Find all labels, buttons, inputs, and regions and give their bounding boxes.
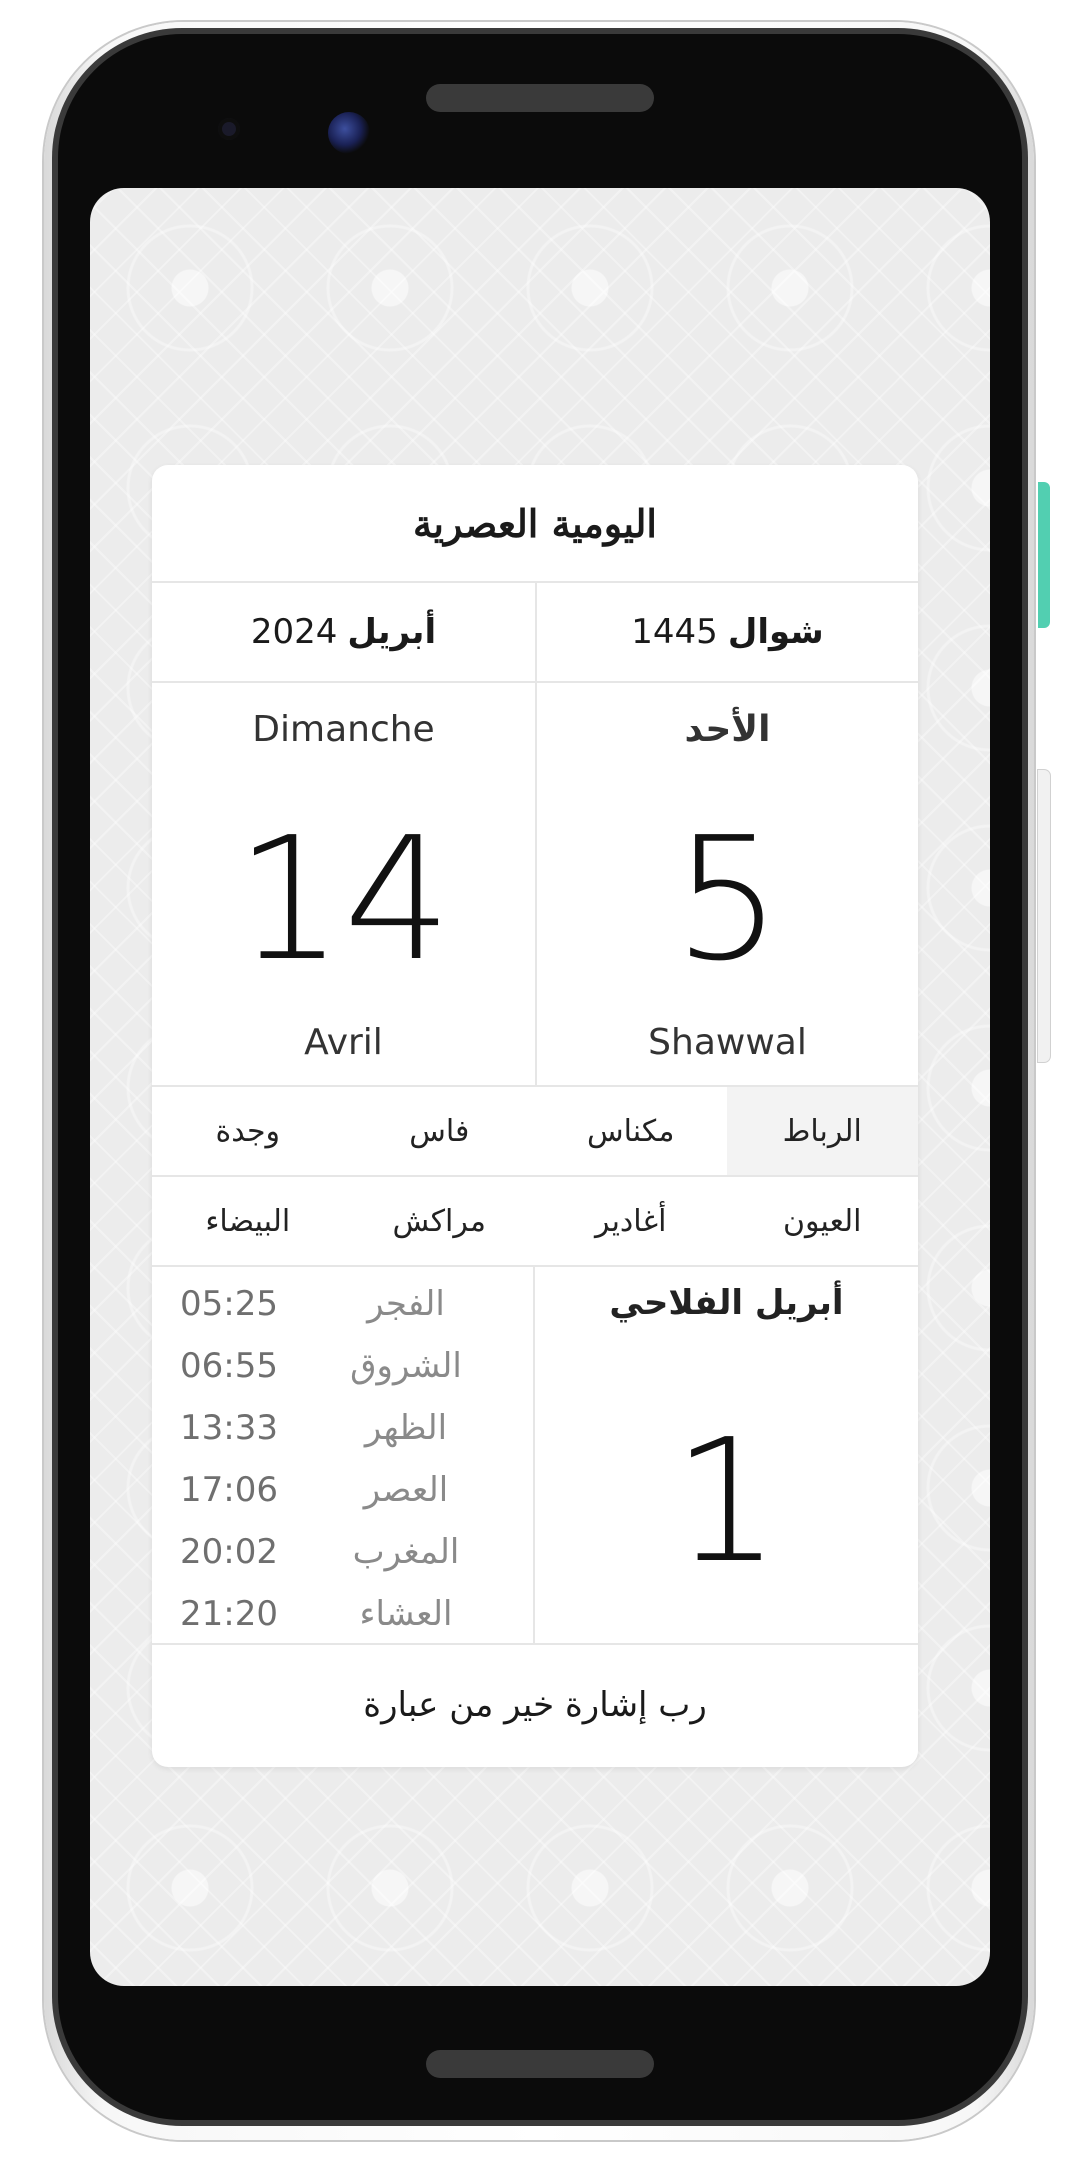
prayer-row: 05:25 الفجر (152, 1273, 533, 1335)
prayer-row: 20:02 المغرب (152, 1521, 533, 1583)
prayer-times-list: 05:25 الفجر 06:55 الشروق 13:33 الظهر 17:… (152, 1267, 535, 1643)
hijri-day-panel: الأحد 5 Shawwal (535, 683, 918, 1085)
gregorian-year: 2024 (250, 612, 338, 652)
prayer-row: 06:55 الشروق (152, 1335, 533, 1397)
hijri-month-name: شوال (727, 612, 824, 652)
earpiece-speaker (426, 84, 654, 112)
prayer-name: الفجر (367, 1284, 445, 1324)
prayer-time: 05:25 (180, 1284, 278, 1324)
prayer-time: 21:20 (180, 1594, 278, 1634)
calendar-card: اليومية العصرية أبريل 2024 شوال 1445 Dim… (152, 465, 918, 1767)
days-row: Dimanche 14 Avril الأحد 5 Shawwal (152, 683, 918, 1087)
bottom-speaker (426, 2050, 654, 2078)
city-tabs-row-1: الرباط مكناس فاس وجدة (152, 1087, 918, 1177)
gregorian-weekday: Dimanche (252, 709, 435, 750)
agricultural-calendar-panel: أبريل الفلاحي 1 (535, 1267, 918, 1643)
prayer-row: 21:20 العشاء (152, 1583, 533, 1645)
city-tab-rabat[interactable]: الرباط (726, 1087, 918, 1175)
prayer-name: المغرب (352, 1532, 460, 1572)
agricultural-month-title: أبريل الفلاحي (609, 1283, 844, 1323)
sensor-icon (218, 118, 240, 140)
prayer-name: الظهر (364, 1408, 448, 1448)
prayer-time: 13:33 (180, 1408, 278, 1448)
prayer-time: 06:55 (180, 1346, 278, 1386)
gregorian-month-name: أبريل (347, 612, 437, 652)
hijri-day-number: 5 (673, 801, 782, 999)
hijri-month-year: شوال 1445 (535, 583, 918, 681)
prayer-time: 20:02 (180, 1532, 278, 1572)
prayer-row: 17:06 العصر (152, 1459, 533, 1521)
power-button (1038, 482, 1050, 628)
hijri-year: 1445 (631, 612, 718, 652)
prayer-and-agri-row: 05:25 الفجر 06:55 الشروق 13:33 الظهر 17:… (152, 1267, 918, 1645)
city-tab-meknes[interactable]: مكناس (535, 1087, 727, 1175)
agricultural-day-number: 1 (672, 1403, 781, 1601)
app-title: اليومية العصرية (152, 465, 918, 583)
prayer-time: 17:06 (180, 1470, 278, 1510)
city-tab-agadir[interactable]: أغادير (535, 1177, 727, 1265)
city-tab-marrakech[interactable]: مراكش (344, 1177, 536, 1265)
front-camera-icon (328, 112, 370, 154)
hijri-month-label: Shawwal (648, 1022, 807, 1063)
prayer-name: العصر (363, 1470, 449, 1510)
city-tabs-row-2: العيون أغادير مراكش البيضاء (152, 1177, 918, 1267)
hijri-weekday: الأحد (684, 709, 771, 750)
daily-proverb: رب إشارة خير من عبارة (363, 1685, 707, 1725)
months-row: أبريل 2024 شوال 1445 (152, 583, 918, 683)
gregorian-day-number: 14 (235, 801, 452, 999)
city-tab-oujda[interactable]: وجدة (152, 1087, 344, 1175)
volume-button (1038, 770, 1050, 1062)
city-tab-laayoune[interactable]: العيون (727, 1177, 919, 1265)
prayer-row: 13:33 الظهر (152, 1397, 533, 1459)
screen: اليومية العصرية أبريل 2024 شوال 1445 Dim… (90, 188, 990, 1986)
prayer-name: العشاء (359, 1594, 453, 1634)
gregorian-day-panel: Dimanche 14 Avril (152, 683, 535, 1085)
city-tab-fes[interactable]: فاس (344, 1087, 536, 1175)
gregorian-month-year: أبريل 2024 (152, 583, 535, 681)
prayer-name: الشروق (350, 1346, 462, 1386)
city-tab-casablanca[interactable]: البيضاء (152, 1177, 344, 1265)
gregorian-month-label: Avril (304, 1022, 383, 1063)
